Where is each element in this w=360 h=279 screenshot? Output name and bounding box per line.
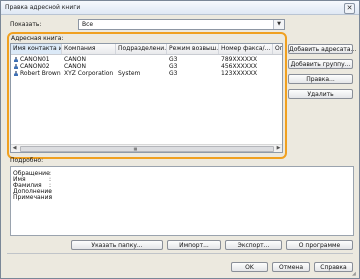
cell-fax: 456XXXXXX bbox=[221, 63, 258, 70]
cell-mode: G3 bbox=[169, 63, 178, 70]
specify-folder-button[interactable]: Указать папку... bbox=[71, 240, 163, 250]
filter-label: Показать: bbox=[10, 21, 42, 28]
import-button[interactable]: Импорт... bbox=[167, 240, 221, 250]
table-row[interactable]: CANON01 CANON G3 789XXXXXX bbox=[11, 56, 282, 63]
cell-name: CANON01 bbox=[20, 56, 50, 63]
address-book-dialog: Правка адресной книги ✕ Показать: Все ▼ … bbox=[0, 0, 360, 279]
divider bbox=[7, 253, 353, 254]
cell-fax: 789XXXXXX bbox=[221, 56, 258, 63]
person-icon bbox=[14, 71, 18, 76]
cell-company: CANON bbox=[64, 63, 86, 70]
add-group-button[interactable]: Добавить группу... bbox=[288, 59, 353, 69]
cell-mode: G3 bbox=[169, 70, 178, 77]
person-icon bbox=[14, 64, 18, 69]
table-row[interactable]: CANON02 CANON G3 456XXXXXX bbox=[11, 63, 282, 70]
scroll-thumb[interactable] bbox=[20, 146, 274, 152]
column-header-name[interactable]: Имя контакта или... bbox=[11, 44, 62, 54]
title-bar: Правка адресной книги ✕ bbox=[1, 1, 359, 15]
add-address-button[interactable]: Добавить адресата... bbox=[288, 44, 356, 54]
column-header-fax[interactable]: Номер факса/... bbox=[219, 44, 273, 54]
detail-value-notes: : bbox=[49, 194, 52, 201]
ok-button[interactable]: OK bbox=[231, 262, 268, 272]
cell-name: Robert Brown bbox=[20, 70, 61, 77]
resize-grip-icon[interactable]: ◢ bbox=[352, 271, 358, 277]
edit-button[interactable]: Правка... bbox=[288, 74, 353, 84]
detail-label-notes: Примечания bbox=[13, 194, 53, 201]
delete-button[interactable]: Удалить bbox=[288, 89, 353, 99]
cell-name: CANON02 bbox=[20, 63, 50, 70]
filter-dropdown[interactable]: Все ▼ bbox=[78, 19, 285, 30]
column-header-company[interactable]: Компания bbox=[62, 44, 116, 54]
cell-mode: G3 bbox=[169, 56, 178, 63]
filter-value: Все bbox=[82, 21, 94, 28]
cell-company: CANON bbox=[64, 56, 86, 63]
details-label: Подробно: bbox=[10, 157, 44, 164]
cancel-button[interactable]: Отмена bbox=[272, 262, 310, 272]
column-header-department[interactable]: Подразделени... bbox=[116, 44, 167, 54]
address-book-list[interactable]: Имя контакта или... Компания Подразделен… bbox=[10, 43, 283, 153]
column-header-description[interactable]: Опи bbox=[273, 44, 282, 54]
horizontal-scrollbar[interactable]: ◀ ▦ ▶ bbox=[11, 144, 282, 152]
list-header: Имя контакта или... Компания Подразделен… bbox=[11, 44, 282, 55]
close-button[interactable]: ✕ bbox=[344, 3, 355, 14]
window-title: Правка адресной книги bbox=[5, 4, 81, 11]
scroll-grip-icon: ▦ bbox=[133, 146, 138, 151]
column-header-mode[interactable]: Режим возвыш... bbox=[167, 44, 219, 54]
table-row[interactable]: Robert Brown XYZ Corporation System G3 1… bbox=[11, 70, 282, 77]
cell-fax: 123XXXXXX bbox=[221, 70, 258, 77]
scroll-left-icon[interactable]: ◀ bbox=[11, 145, 18, 152]
help-button[interactable]: Справка bbox=[314, 262, 353, 272]
about-button[interactable]: О программе bbox=[286, 240, 353, 250]
cell-department: System bbox=[118, 70, 141, 77]
address-book-label: Адресная книга: bbox=[11, 35, 64, 42]
person-icon bbox=[14, 57, 18, 62]
details-panel: Обращение : Имя : Фамилия : Дополнение :… bbox=[10, 166, 354, 236]
cell-company: XYZ Corporation bbox=[64, 70, 114, 77]
chevron-down-icon[interactable]: ▼ bbox=[273, 20, 284, 29]
export-button[interactable]: Экспорт... bbox=[225, 240, 282, 250]
scroll-right-icon[interactable]: ▶ bbox=[275, 145, 282, 152]
